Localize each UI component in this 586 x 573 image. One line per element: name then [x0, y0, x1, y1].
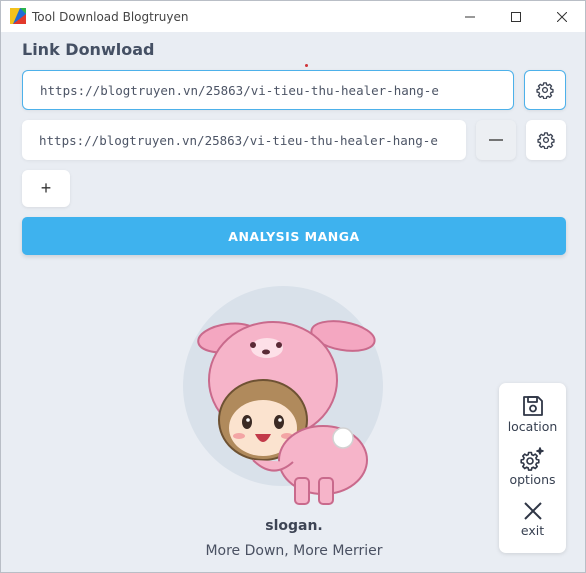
analysis-manga-button[interactable]: ANALYSIS MANGA: [22, 217, 566, 255]
side-panel: location options exit: [499, 383, 566, 553]
location-label: location: [507, 419, 558, 434]
link-2-settings-button[interactable]: [526, 120, 566, 160]
gear-icon: [537, 132, 555, 149]
main-content: Link Donwload https://blogtruyen.vn/2586…: [1, 32, 585, 572]
close-button[interactable]: [539, 1, 585, 32]
minimize-button[interactable]: [447, 1, 493, 32]
location-button[interactable]: location: [499, 394, 566, 434]
add-link-button[interactable]: +: [22, 170, 70, 207]
app-icon: [10, 8, 26, 24]
exit-button[interactable]: exit: [499, 500, 566, 538]
minus-icon: [489, 139, 503, 141]
mascot-illustration: [197, 320, 376, 505]
x-icon: [523, 502, 542, 520]
close-icon: [557, 11, 567, 22]
link-input-1[interactable]: https://blogtruyen.vn/25863/vi-tieu-thu-…: [22, 70, 514, 110]
status-dot: [305, 64, 308, 67]
options-label: options: [509, 472, 556, 487]
window-title: Tool Download Blogtruyen: [32, 10, 189, 24]
options-button[interactable]: options: [499, 447, 566, 487]
remove-link-button[interactable]: [476, 120, 516, 160]
gears-icon: [519, 447, 544, 471]
maximize-button[interactable]: [493, 1, 539, 32]
page-title: Link Donwload: [22, 40, 155, 59]
exit-label: exit: [520, 523, 545, 538]
app-window: Tool Download Blogtruyen Link Donwload h…: [0, 0, 586, 573]
title-bar[interactable]: Tool Download Blogtruyen: [1, 1, 585, 32]
maximize-icon: [511, 11, 521, 22]
link-input-2[interactable]: https://blogtruyen.vn/25863/vi-tieu-thu-…: [22, 120, 466, 160]
link-1-settings-button[interactable]: [524, 70, 566, 110]
gear-icon: [536, 82, 554, 99]
save-icon: [522, 396, 543, 416]
minimize-icon: [465, 16, 475, 17]
